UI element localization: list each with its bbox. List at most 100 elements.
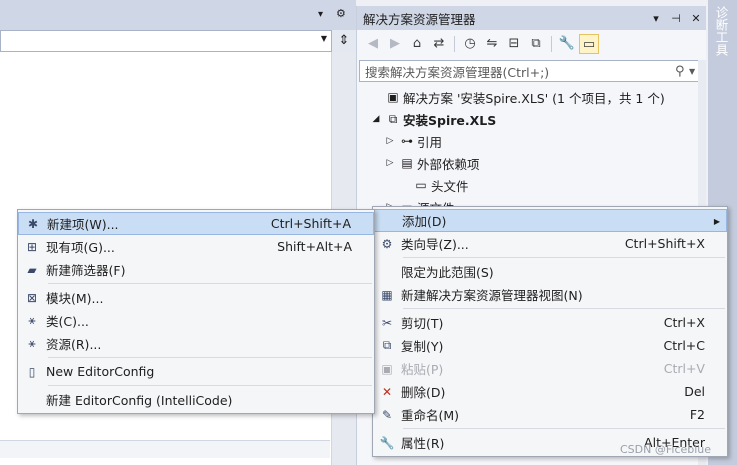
- context-menu: 添加(D) ▶ ⚙ 类向导(Z)... Ctrl+Shift+X 限定为此范围(S) ▦ 新建…: [372, 206, 728, 457]
- menu-item[interactable]: ▦ 新建解决方案资源管理器视图(N): [373, 283, 727, 306]
- menu-item-icon: ▯: [28, 364, 36, 379]
- menu-item-label: New EditorConfig: [46, 364, 155, 379]
- menu-item-label: 新建筛选器(F): [46, 263, 126, 278]
- panel-title-bar: 解决方案资源管理器 ▾ ⊣ ✕: [357, 6, 706, 30]
- close-icon[interactable]: ✕: [686, 12, 706, 25]
- menu-item[interactable]: 限定为此范围(S): [373, 260, 727, 283]
- chevron-down-icon[interactable]: ▾: [318, 9, 323, 20]
- menu-item-icon: ▦: [381, 287, 393, 302]
- menu-item-label: 复制(Y): [401, 339, 444, 354]
- tree-item-label: 安装Spire.XLS: [403, 112, 497, 128]
- add-submenu: ✱ 新建项(W)... Ctrl+Shift+A ⊞ 现有项(G)... Shift+Al…: [17, 209, 375, 414]
- menu-item[interactable]: 新建 EditorConfig (IntelliCode): [18, 388, 374, 411]
- menu-item-label: 现有项(G)...: [46, 240, 115, 255]
- menu-item-label: 新建解决方案资源管理器视图(N): [401, 288, 583, 303]
- menu-item-shortcut: Ctrl+V: [663, 361, 705, 376]
- wrench-icon[interactable]: 🔧: [557, 34, 577, 54]
- menu-item-shortcut: F2: [689, 407, 705, 422]
- menu-item[interactable]: ⊞ 现有项(G)... Shift+Alt+A: [18, 235, 374, 258]
- menu-item-icon: ✕: [381, 384, 393, 399]
- tree-item-icon: ▤: [401, 156, 413, 170]
- expander-icon[interactable]: ▷: [383, 136, 397, 146]
- menu-item-icon: ▣: [381, 361, 393, 376]
- chevron-down-icon[interactable]: ▾: [646, 12, 666, 25]
- menu-item[interactable]: ⚙ 类向导(Z)... Ctrl+Shift+X: [373, 232, 727, 255]
- menu-item-icon: ⊠: [26, 290, 38, 305]
- menu-item-icon: ⧉: [382, 338, 392, 352]
- menu-item-icon: ⚹: [28, 336, 36, 350]
- panel-toolbar: ◀ ▶ ⌂ ⇄ ◷ ⇋ ⊟ ⧉ 🔧 ▭: [357, 30, 706, 58]
- menu-item[interactable]: ▣ 粘贴(P) Ctrl+V: [373, 357, 727, 380]
- tree-item-icon: ⧉: [388, 111, 398, 126]
- tree-item[interactable]: ▷ ⊶ 引用: [357, 130, 706, 152]
- menu-item[interactable]: ⧉ 复制(Y) Ctrl+C: [373, 334, 727, 357]
- menu-item-icon: ⚹: [28, 313, 36, 327]
- switch-views-icon[interactable]: ⇄: [429, 34, 449, 54]
- menu-item[interactable]: ✂ 剪切(T) Ctrl+X: [373, 311, 727, 334]
- menu-item[interactable]: 添加(D) ▶: [373, 209, 727, 232]
- tree-item-icon: ▭: [415, 178, 427, 192]
- menu-item-label: 新建 EditorConfig (IntelliCode): [46, 393, 233, 408]
- menu-item-label: 资源(R)...: [46, 337, 102, 352]
- navigation-combo[interactable]: ▼: [0, 30, 332, 52]
- split-icon[interactable]: ⇕: [332, 30, 356, 52]
- menu-item-label: 模块(M)...: [46, 291, 104, 306]
- menu-separator: [48, 357, 372, 358]
- show-all-files-icon[interactable]: ⧉: [526, 34, 546, 54]
- search-icon[interactable]: ⚲: [675, 64, 689, 79]
- menu-item-icon: 🔧: [379, 435, 395, 450]
- solution-tree: ▣ 解决方案 '安装Spire.XLS' (1 个项目，共 1 个) ◢ ⧉ 安装Spi…: [357, 82, 706, 218]
- horizontal-scrollbar[interactable]: [0, 440, 330, 458]
- menu-item[interactable]: ▰ 新建筛选器(F): [18, 258, 374, 281]
- gear-icon[interactable]: ⚙: [336, 7, 346, 20]
- sync-icon[interactable]: ⇋: [482, 34, 502, 54]
- tree-item[interactable]: ▷ ▤ 外部依赖项: [357, 152, 706, 174]
- preview-icon[interactable]: ▭: [579, 34, 599, 54]
- menu-item[interactable]: ✱ 新建项(W)... Ctrl+Shift+A: [18, 212, 374, 235]
- menu-item-shortcut: Shift+Alt+A: [277, 239, 352, 254]
- menu-item[interactable]: ✎ 重命名(M) F2: [373, 403, 727, 426]
- menu-item-label: 删除(D): [401, 385, 446, 400]
- tree-item[interactable]: ▭ 头文件: [357, 174, 706, 196]
- home-icon[interactable]: ⌂: [407, 34, 427, 54]
- search-input[interactable]: 搜索解决方案资源管理器(Ctrl+;) ⚲ ▼: [359, 60, 702, 82]
- back-icon[interactable]: ◀: [363, 34, 383, 54]
- menu-item-label: 新建项(W)...: [47, 217, 119, 232]
- menu-item-icon: ✂: [381, 315, 393, 330]
- panel-title: 解决方案资源管理器: [363, 11, 476, 27]
- collapse-all-icon[interactable]: ⊟: [504, 34, 524, 54]
- menu-item-label: 剪切(T): [401, 316, 444, 331]
- menu-item-shortcut: Del: [684, 384, 705, 399]
- menu-item[interactable]: ⚹ 类(C)...: [18, 309, 374, 332]
- menu-separator: [403, 257, 725, 258]
- menu-item[interactable]: ⊠ 模块(M)...: [18, 286, 374, 309]
- menu-item-shortcut: Ctrl+Shift+X: [624, 236, 705, 251]
- menu-item-label: 类向导(Z)...: [401, 237, 469, 252]
- menu-item[interactable]: ✕ 删除(D) Del: [373, 380, 727, 403]
- expander-icon[interactable]: ◢: [369, 114, 383, 124]
- menu-item-shortcut: Ctrl+C: [663, 338, 705, 353]
- expander-icon[interactable]: ▷: [383, 158, 397, 168]
- menu-item-label: 类(C)...: [46, 314, 89, 329]
- chevron-down-icon[interactable]: ▼: [321, 34, 327, 43]
- side-tab-label: 诊断工具: [713, 6, 729, 56]
- menu-item-shortcut: Ctrl+Shift+A: [270, 216, 351, 231]
- tree-item-label: 引用: [417, 134, 443, 150]
- menu-item-icon: ✱: [27, 216, 39, 231]
- tree-item-label: 外部依赖项: [417, 156, 480, 172]
- history-icon[interactable]: ◷: [460, 34, 480, 54]
- menu-item-shortcut: Ctrl+X: [663, 315, 705, 330]
- tree-item-icon: ▣: [387, 90, 399, 104]
- menu-item-icon: ⊞: [26, 239, 38, 254]
- tree-item[interactable]: ◢ ⧉ 安装Spire.XLS: [357, 108, 706, 130]
- tree-item-label: 头文件: [431, 178, 469, 194]
- menu-item[interactable]: ⚹ 资源(R)...: [18, 332, 374, 355]
- forward-icon[interactable]: ▶: [385, 34, 405, 54]
- menu-item-icon: ✎: [381, 407, 393, 422]
- menu-separator: [48, 385, 372, 386]
- menu-item-label: 粘贴(P): [401, 362, 444, 377]
- tree-item[interactable]: ▣ 解决方案 '安装Spire.XLS' (1 个项目，共 1 个): [357, 86, 706, 108]
- menu-item-label: 重命名(M): [401, 408, 460, 423]
- menu-item[interactable]: ▯ New EditorConfig: [18, 360, 374, 383]
- pin-icon[interactable]: ⊣: [666, 12, 686, 25]
